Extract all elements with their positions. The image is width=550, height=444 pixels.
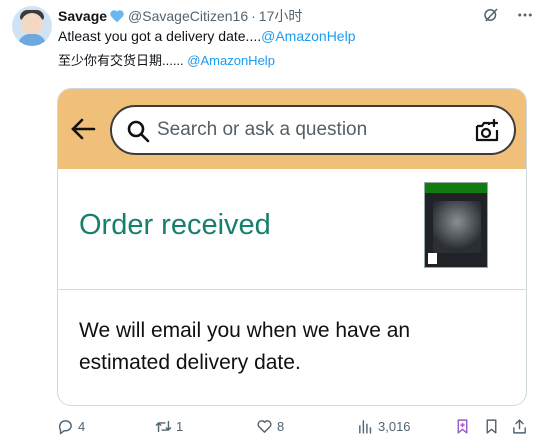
grok-icon[interactable] (482, 6, 500, 24)
author-name[interactable]: Savage (58, 8, 107, 24)
reply-button[interactable]: 4 (57, 418, 85, 435)
retweet-button[interactable]: 1 (155, 418, 183, 435)
retweet-icon (155, 420, 172, 433)
separator-dot: · (251, 8, 256, 24)
like-button[interactable]: 8 (256, 418, 284, 435)
share-icon (513, 419, 526, 434)
search-placeholder: Search or ask a question (157, 119, 368, 140)
more-icon[interactable] (516, 6, 534, 24)
header-actions (482, 6, 534, 24)
mention-link[interactable]: @AmazonHelp (261, 28, 355, 44)
retweet-count: 1 (176, 419, 184, 434)
delivery-email-message: We will email you when we have an estima… (79, 319, 411, 374)
section-divider (58, 289, 526, 290)
avatar-face (21, 13, 43, 35)
tweet-actions: 4 1 8 3,016 (57, 418, 537, 438)
product-cover-art (433, 201, 481, 253)
author-handle[interactable]: @SavageCitizen16 (128, 8, 248, 24)
tweet-time[interactable]: 17小时 (259, 6, 303, 26)
reply-count: 4 (78, 419, 86, 434)
tweet-media-image[interactable]: Search or ask a question Order received … (57, 88, 527, 406)
like-count: 8 (277, 419, 285, 434)
bookmark-icon (457, 419, 468, 434)
camera-icon (475, 118, 499, 142)
order-status-title: Order received (79, 209, 271, 241)
product-image (424, 182, 488, 268)
bookmark-button[interactable] (454, 418, 471, 435)
amazon-search-banner: Search or ask a question (58, 89, 526, 169)
product-rating-badge (428, 253, 437, 264)
back-arrow-icon (71, 118, 96, 140)
views-count: 3,016 (378, 419, 411, 434)
tweet-header: Savage @SavageCitizen16 · 17小时 (58, 7, 302, 25)
verified-heart-icon (110, 10, 124, 23)
views-icon (359, 420, 372, 434)
translation-body: 至少你有交货日期...... (58, 53, 188, 68)
translation-mention-link[interactable]: @AmazonHelp (187, 53, 275, 68)
search-icon (127, 120, 150, 143)
views-button[interactable]: 3,016 (357, 418, 411, 435)
tweet-text-body: Atleast you got a delivery date.... (58, 28, 262, 44)
amazon-search-bar: Search or ask a question (110, 105, 516, 155)
bookmark-alt-button[interactable] (483, 418, 500, 435)
avatar-body (18, 34, 46, 46)
share-button[interactable] (511, 418, 528, 435)
avatar[interactable] (12, 6, 52, 46)
tweet-translation: 至少你有交货日期...... @AmazonHelp (58, 52, 275, 70)
product-platform-band (425, 183, 487, 193)
bookmark-outline-icon (486, 419, 497, 434)
tweet-text: Atleast you got a delivery date....@Amaz… (58, 27, 356, 45)
like-icon (257, 420, 272, 433)
reply-icon (58, 420, 72, 435)
